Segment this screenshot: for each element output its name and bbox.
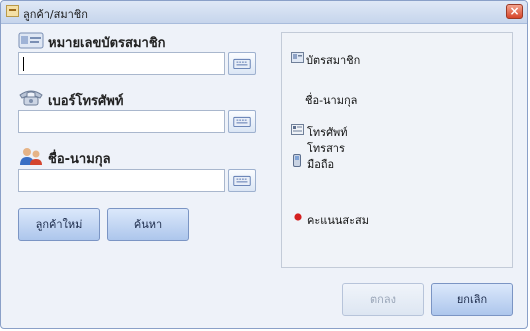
new-customer-button[interactable]: ลูกค้าใหม่ <box>18 208 100 241</box>
app-icon <box>6 5 19 17</box>
telephone-icon <box>19 90 43 106</box>
info-member-card: บัตรสมาชิก <box>306 54 361 67</box>
text-caret <box>23 57 24 71</box>
info-mobile: มือถือ <box>307 158 335 171</box>
name-label: ชื่อ-นามกุล <box>48 152 111 167</box>
points-dot-icon <box>294 213 302 221</box>
phone-book-icon <box>291 124 304 135</box>
cancel-button[interactable]: ยกเลิก <box>431 283 513 316</box>
people-icon <box>20 148 42 165</box>
title-bar[interactable]: ลูกค้า/สมาชิก × <box>1 1 527 24</box>
keyboard-button-phone[interactable] <box>228 110 256 133</box>
member-card-row <box>18 52 256 75</box>
search-button[interactable]: ค้นหา <box>107 208 189 241</box>
member-card-label: หมายเลขบัตรสมาชิก <box>48 36 166 51</box>
customer-member-dialog: ลูกค้า/สมาชิก × หมายเลขบัตรสมาชิก เบอร์โ… <box>0 0 528 329</box>
close-button[interactable]: × <box>506 4 523 19</box>
member-card-icon <box>18 32 44 49</box>
info-points: คะแนนสะสม <box>307 214 369 227</box>
info-full-name: ชื่อ-นามกุล <box>305 94 358 107</box>
name-row <box>18 169 256 192</box>
phone-label: เบอร์โทรศัพท์ <box>48 94 124 109</box>
phone-input[interactable] <box>18 110 225 133</box>
phone-row <box>18 110 256 133</box>
customer-info-panel: บัตรสมาชิก ชื่อ-นามกุล โทรศัพท์ โทรสาร ม… <box>281 32 513 268</box>
keyboard-button-member-card[interactable] <box>228 52 256 75</box>
ok-button[interactable]: ตกลง <box>342 283 424 316</box>
member-card-input[interactable] <box>18 52 225 75</box>
keyboard-button-name[interactable] <box>228 169 256 192</box>
mobile-phone-icon <box>293 154 301 167</box>
member-card-small-icon <box>291 52 304 63</box>
window-title: ลูกค้า/สมาชิก <box>23 8 88 21</box>
name-input[interactable] <box>18 169 225 192</box>
